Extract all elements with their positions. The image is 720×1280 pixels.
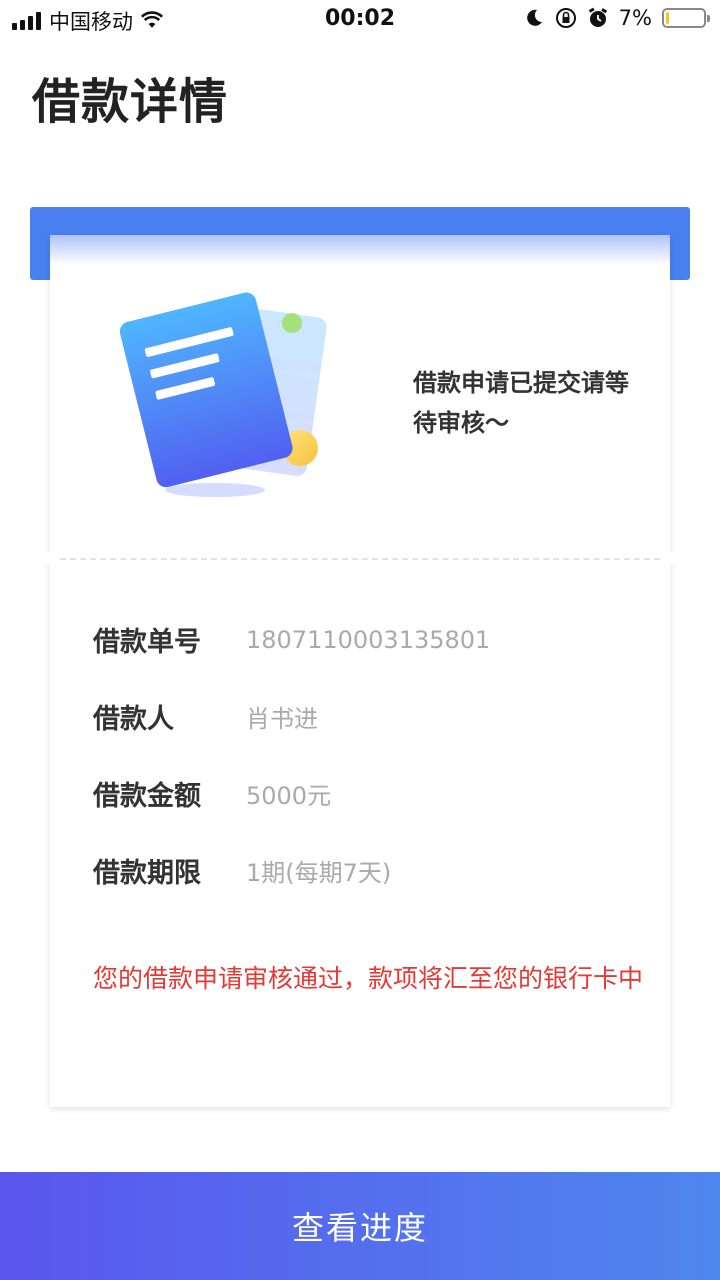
borrower-value: 肖书进 bbox=[246, 705, 318, 733]
document-illustration-icon bbox=[119, 292, 327, 497]
loan-term-label: 借款期限 bbox=[93, 858, 201, 889]
page-title: 借款详情 bbox=[32, 74, 229, 130]
alarm-icon bbox=[587, 7, 609, 29]
status-bar: 中国移动 00:02 7% bbox=[0, 0, 720, 40]
loan-term-row: 借款期限 1期(每期7天) bbox=[93, 832, 490, 909]
divider-notch-left bbox=[43, 551, 57, 565]
borrower-row: 借款人 肖书进 bbox=[93, 678, 490, 755]
borrower-label: 借款人 bbox=[93, 704, 174, 735]
view-progress-button[interactable]: 查看进度 bbox=[0, 1172, 720, 1280]
loan-number-row: 借款单号 1807110003135801 bbox=[93, 601, 490, 678]
loan-detail-card: 借款申请已提交请等待审核～ 借款单号 1807110003135801 借款人 … bbox=[43, 235, 677, 1107]
card-top-fade bbox=[50, 235, 670, 265]
submission-status-message: 借款申请已提交请等待审核～ bbox=[413, 369, 629, 437]
loan-amount-row: 借款金额 5000元 bbox=[93, 755, 490, 832]
battery-percent: 7% bbox=[618, 6, 652, 30]
divider-notch-right bbox=[663, 551, 677, 565]
battery-icon bbox=[662, 8, 710, 28]
loan-amount-label: 借款金额 bbox=[93, 781, 201, 812]
loan-amount-value: 5000元 bbox=[246, 782, 332, 810]
loan-info-list: 借款单号 1807110003135801 借款人 肖书进 借款金额 5000元… bbox=[93, 601, 490, 909]
approval-notice: 您的借款申请审核通过，款项将汇至您的银行卡中 bbox=[93, 964, 644, 993]
battery-fill bbox=[666, 12, 669, 24]
status-right: 7% bbox=[523, 6, 710, 30]
loan-number-value: 1807110003135801 bbox=[246, 625, 491, 654]
loan-term-value: 1期(每期7天) bbox=[246, 859, 392, 887]
rotation-lock-icon bbox=[555, 7, 577, 29]
loan-number-label: 借款单号 bbox=[93, 627, 201, 658]
moon-icon bbox=[523, 7, 545, 29]
dashed-divider bbox=[50, 558, 670, 560]
